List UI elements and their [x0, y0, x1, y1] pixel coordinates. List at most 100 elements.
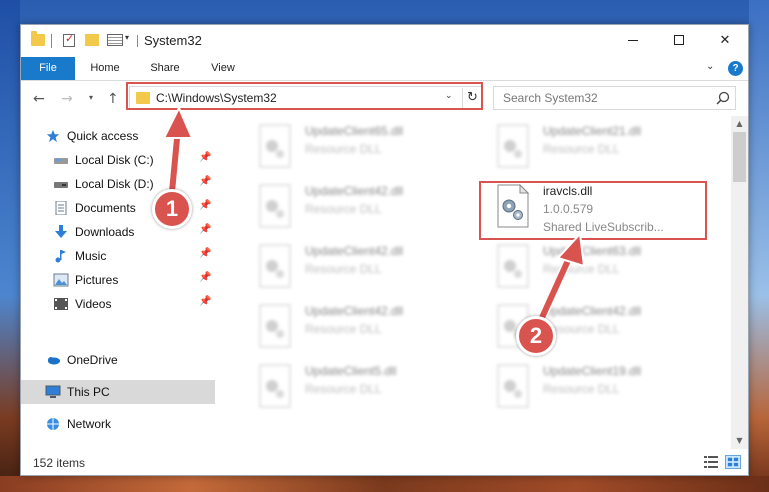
dll-file-icon	[259, 124, 291, 168]
pin-icon[interactable]: 📌	[199, 224, 211, 235]
pin-icon[interactable]: 📌	[199, 200, 211, 211]
minimize-button[interactable]	[610, 25, 656, 55]
file-tile[interactable]: UpdateClient21.dll Resource DLL	[489, 118, 699, 174]
tab-view[interactable]: View	[203, 57, 243, 80]
file-description: Resource DLL	[543, 142, 620, 156]
file-name: UpdateClient42.dll	[305, 184, 404, 198]
desktop-background-left	[0, 0, 20, 492]
item-count: 152 items	[33, 456, 86, 470]
properties-check-icon[interactable]	[63, 32, 75, 47]
maximize-button[interactable]	[656, 25, 702, 55]
tab-file[interactable]: File	[21, 57, 75, 80]
file-tile[interactable]: UpdateClient42.dll Resource DLL	[251, 298, 461, 354]
pin-icon[interactable]: 📌	[199, 296, 211, 307]
star-icon	[46, 129, 60, 143]
sidebar-item-label: This PC	[67, 385, 110, 399]
tab-home[interactable]: Home	[83, 57, 127, 80]
file-description: Resource DLL	[305, 382, 382, 396]
dll-file-icon	[259, 304, 291, 348]
callout-step-2: 2	[516, 316, 556, 356]
sidebar-item-music[interactable]: Music 📌	[21, 244, 215, 268]
search-icon[interactable]	[715, 90, 731, 106]
scroll-down-arrow-icon[interactable]: ▼	[731, 433, 748, 449]
pictures-icon	[53, 273, 69, 287]
file-explorer-window: ▾ System32 ✕ File Home Share View ⌄ ? ← …	[20, 24, 749, 476]
forward-arrow-icon[interactable]: →	[61, 91, 73, 107]
vertical-scrollbar[interactable]: ▲ ▼	[731, 116, 748, 449]
pin-icon[interactable]: 📌	[199, 248, 211, 259]
file-name: UpdateClient19.dll	[543, 364, 642, 378]
drive-icon	[54, 182, 68, 188]
tiles-view-icon[interactable]	[725, 455, 741, 469]
file-tile[interactable]: UpdateClient5.dll Resource DLL	[251, 358, 461, 414]
file-name: UpdateClient63.dll	[543, 244, 642, 258]
properties-icon[interactable]	[107, 34, 123, 46]
scrollbar-thumb[interactable]	[733, 132, 746, 182]
computer-icon	[45, 385, 61, 398]
sidebar-item-pictures[interactable]: Pictures 📌	[21, 268, 215, 292]
sidebar-item-local-disk-c[interactable]: Local Disk (C:) 📌	[21, 148, 215, 172]
pin-icon[interactable]: 📌	[199, 272, 211, 283]
pin-icon[interactable]: 📌	[199, 152, 211, 163]
cloud-icon	[48, 357, 60, 365]
dll-file-icon	[497, 124, 529, 168]
file-name: UpdateClient42.dll	[305, 304, 404, 318]
sidebar-item-downloads[interactable]: Downloads 📌	[21, 220, 215, 244]
sidebar-item-network[interactable]: Network	[21, 412, 215, 436]
documents-icon	[55, 201, 67, 215]
sidebar-item-local-disk-d[interactable]: Local Disk (D:) 📌	[21, 172, 215, 196]
drive-icon	[54, 158, 68, 164]
tab-share[interactable]: Share	[143, 57, 187, 80]
title-bar: ▾ System32 ✕	[21, 25, 748, 57]
status-bar: 152 items	[21, 449, 748, 475]
search-input[interactable]: Search System32	[493, 86, 736, 110]
dll-file-icon	[259, 364, 291, 408]
pin-icon[interactable]: 📌	[199, 176, 211, 187]
ribbon-tabs: File Home Share View ⌄ ?	[21, 57, 748, 81]
customize-toolbar-chevron-icon[interactable]: ▾	[125, 33, 129, 42]
sidebar-item-this-pc[interactable]: This PC	[21, 380, 215, 404]
details-view-icon[interactable]	[703, 455, 719, 469]
folder-icon	[31, 31, 45, 46]
file-tile[interactable]: UpdateClient65.dll Resource DLL	[251, 118, 461, 174]
file-tile[interactable]: UpdateClient19.dll Resource DLL	[489, 358, 699, 414]
navigation-bar: ← → ▾ ↑ C:\Windows\System32 ⌄ ↻ Search S…	[21, 82, 748, 116]
sidebar-item-quick-access[interactable]: Quick access	[21, 124, 215, 148]
dll-file-icon	[497, 364, 529, 408]
sidebar-item-label: Downloads	[75, 225, 135, 239]
desktop-background-right	[749, 0, 769, 492]
file-description: Resource DLL	[543, 382, 620, 396]
close-button[interactable]: ✕	[702, 25, 748, 55]
file-name: UpdateClient21.dll	[543, 124, 642, 138]
navigation-pane: Quick access Local Disk (C:) 📌 Local Dis…	[21, 116, 215, 449]
back-arrow-icon[interactable]: ←	[33, 91, 45, 107]
file-name: UpdateClient42.dll	[543, 304, 642, 318]
dll-file-icon	[259, 184, 291, 228]
sidebar-item-onedrive[interactable]: OneDrive	[21, 348, 215, 372]
sidebar-item-label: OneDrive	[67, 353, 118, 367]
file-tile[interactable]: UpdateClient42.dll Resource DLL	[251, 178, 461, 234]
file-description: Resource DLL	[305, 142, 382, 156]
scroll-up-arrow-icon[interactable]: ▲	[731, 116, 748, 132]
file-tile[interactable]: UpdateClient42.dll Resource DLL	[251, 238, 461, 294]
file-highlight	[479, 181, 707, 240]
sidebar-item-videos[interactable]: Videos 📌	[21, 292, 215, 316]
search-placeholder: Search System32	[503, 91, 598, 105]
help-icon[interactable]: ?	[728, 61, 743, 76]
new-folder-icon[interactable]	[85, 34, 99, 46]
file-name: UpdateClient42.dll	[305, 244, 404, 258]
dll-file-icon	[497, 244, 529, 288]
dll-file-icon	[259, 244, 291, 288]
videos-icon	[54, 298, 68, 310]
close-icon: ✕	[719, 32, 731, 48]
sidebar-item-label: Music	[75, 249, 107, 263]
sidebar-item-label: Local Disk (C:)	[75, 153, 154, 167]
expand-ribbon-chevron-icon[interactable]: ⌄	[706, 61, 714, 72]
desktop-background-bottom	[0, 476, 769, 492]
sidebar-item-label: Network	[67, 417, 112, 431]
network-icon	[47, 418, 59, 430]
up-arrow-icon[interactable]: ↑	[107, 91, 119, 107]
file-description: Resource DLL	[305, 202, 382, 216]
file-tile[interactable]: UpdateClient63.dll Resource DLL	[489, 238, 699, 294]
recent-locations-chevron-icon[interactable]: ▾	[89, 93, 93, 102]
